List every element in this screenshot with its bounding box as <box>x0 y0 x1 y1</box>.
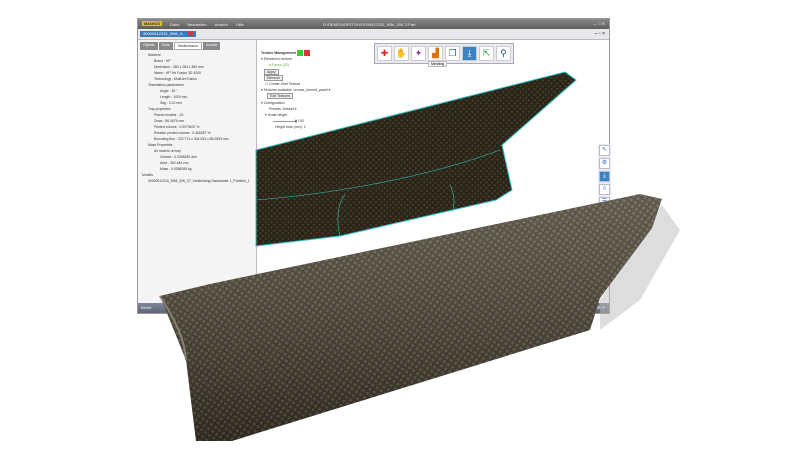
texture-render-overlay <box>159 71 680 441</box>
rendered-textured-part <box>159 194 662 441</box>
